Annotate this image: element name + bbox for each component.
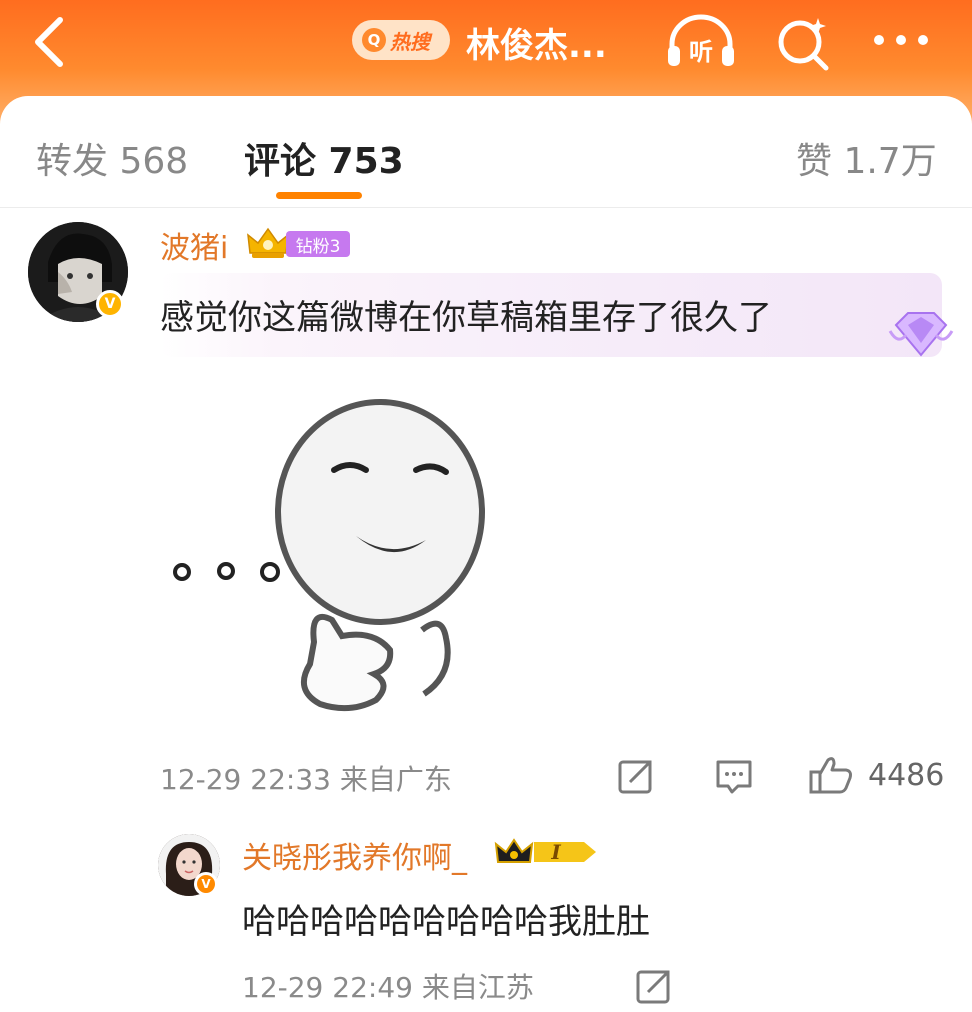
fan-badge: 钻粉3 — [246, 225, 350, 261]
reply-text: 哈哈哈哈哈哈哈哈哈我肚肚 — [242, 902, 650, 942]
reply-repost-button[interactable] — [634, 966, 674, 1006]
comment-icon — [716, 760, 752, 794]
share-icon — [618, 760, 652, 794]
like-count: 4486 — [868, 758, 945, 793]
tab-comments[interactable]: 评论 753 — [244, 132, 404, 184]
listen-button[interactable]: 听 — [664, 12, 738, 72]
hot-search-button[interactable]: Q 热搜 — [352, 20, 450, 60]
more-button[interactable] — [870, 14, 932, 66]
vip-level: I — [550, 840, 561, 864]
headphones-icon: 听 — [668, 14, 734, 66]
divider — [0, 207, 972, 208]
search-icon: Q — [362, 28, 386, 52]
search-icon — [778, 18, 829, 71]
reply-meta: 12-29 22:49 来自江苏 — [242, 971, 534, 1004]
tab-likes[interactable]: 赞 1.7万 — [796, 132, 937, 184]
hot-search-label: 热搜 — [390, 29, 430, 54]
repost-button[interactable] — [616, 756, 656, 796]
sticker-image[interactable] — [160, 394, 500, 724]
chevron-left-icon — [35, 17, 63, 67]
like-button[interactable] — [808, 754, 854, 796]
thumbs-up-icon — [809, 757, 852, 794]
back-button[interactable] — [28, 14, 78, 70]
crown-icon — [247, 227, 289, 258]
fan-badge-label: 钻粉3 — [286, 231, 350, 257]
vip-badge: I — [494, 838, 596, 864]
search-button[interactable] — [774, 12, 834, 72]
more-icon — [874, 35, 928, 45]
bottom-fade-overlay — [680, 960, 972, 1012]
comment-meta: 12-29 22:33 来自广东 — [160, 763, 452, 796]
page-title[interactable]: 林俊杰... — [466, 18, 607, 67]
verified-badge-icon: V — [96, 290, 124, 318]
comment-username[interactable]: 波猪i — [160, 223, 228, 267]
comment-button[interactable] — [714, 756, 754, 796]
share-icon — [636, 970, 670, 1004]
tab-repost[interactable]: 转发 568 — [36, 132, 188, 184]
listen-label: 听 — [689, 38, 713, 66]
comment-text: 感觉你这篇微博在你草稿箱里存了很久了 — [160, 298, 772, 338]
reply-username[interactable]: 关晓彤我养你啊_ — [242, 833, 467, 877]
active-tab-indicator — [276, 192, 362, 199]
diamond-badge-icon — [888, 312, 954, 357]
verified-badge-icon: V — [194, 872, 218, 896]
